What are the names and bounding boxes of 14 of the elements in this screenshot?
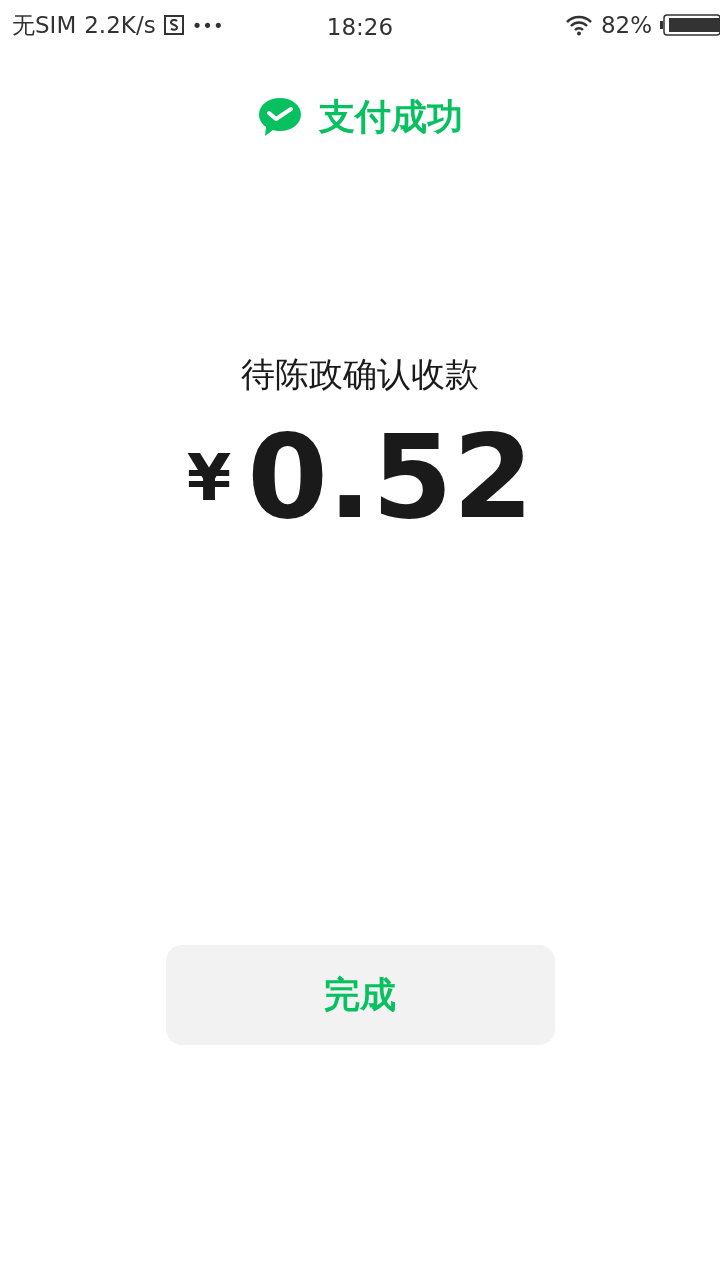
- carrier-text: 无SIM: [12, 10, 77, 40]
- more-notifications: •••: [191, 13, 224, 38]
- payment-success-title: 支付成功: [319, 95, 463, 139]
- network-speed: 2.2K/s: [84, 10, 156, 40]
- battery-icon: [660, 14, 720, 36]
- clock: 18:26: [326, 13, 394, 42]
- chat-check-icon: [257, 96, 303, 138]
- recipient-message: 待陈政确认收款: [241, 353, 479, 396]
- done-button[interactable]: 完成: [165, 945, 555, 1046]
- currency-symbol: ¥: [186, 440, 232, 517]
- app-notification-icon: [163, 15, 184, 35]
- payment-amount: 0.52: [247, 410, 534, 544]
- wifi-icon: [564, 14, 593, 36]
- battery-percent: 82%: [600, 10, 652, 40]
